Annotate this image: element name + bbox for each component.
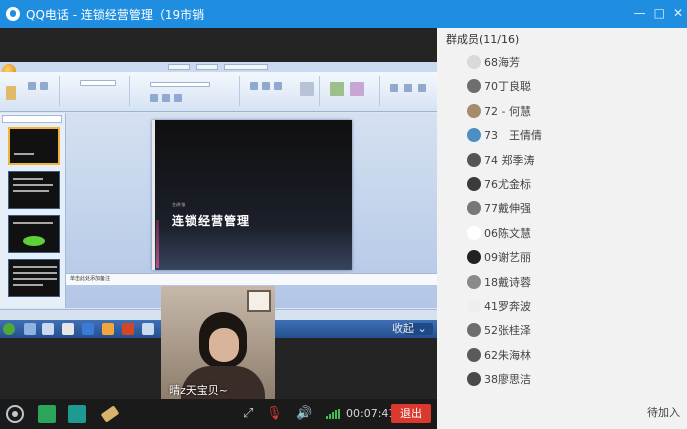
taskbar-app-icon <box>142 323 154 335</box>
member-name: 74 郑季涛 <box>484 153 535 167</box>
member-name: 62朱海林 <box>484 348 531 362</box>
chevron-down-icon: ⌄ <box>417 322 427 335</box>
member-avatar <box>467 299 481 313</box>
member-item[interactable]: 76尤金标 <box>467 175 531 193</box>
taskbar-app-icon <box>62 323 74 335</box>
slide-thumbnail[interactable] <box>8 259 60 297</box>
ppt-tab <box>196 64 218 70</box>
camera-toggle-icon[interactable] <box>6 405 24 423</box>
member-item[interactable]: 70丁良聪 <box>467 77 531 95</box>
slide-thumbnails <box>0 113 66 308</box>
member-avatar <box>467 372 481 387</box>
signal-strength-icon <box>326 409 340 419</box>
taskbar-app-icon <box>42 323 54 335</box>
taskbar-app-icon <box>102 323 114 335</box>
maximize-button[interactable]: □ <box>654 6 665 20</box>
waiting-label: 待加入 <box>647 406 680 419</box>
member-name: 06陈文慧 <box>484 226 531 240</box>
fullscreen-icon[interactable]: ⤢ <box>243 406 253 421</box>
member-item[interactable]: 68海芳 <box>467 53 520 71</box>
member-item[interactable]: 09谢艺丽 <box>467 248 531 266</box>
member-name: 70丁良聪 <box>484 80 531 94</box>
qq-call-window: QQ电话 - 连锁经营管理（19市销 — □ ✕ 主讲:张 连锁经营管理 单击此… <box>0 0 687 429</box>
ppt-tab <box>168 64 190 70</box>
member-item[interactable]: 77戴伸强 <box>467 199 531 217</box>
member-item[interactable]: 52张桂泽 <box>467 321 531 339</box>
call-toolbar: ⤢ 🎙 🔊 00:07:41 退出 <box>0 399 437 429</box>
member-name: 18戴诗蓉 <box>484 275 531 289</box>
speaker-icon[interactable]: 🔊 <box>296 406 312 421</box>
call-timer: 00:07:41 <box>346 407 396 420</box>
member-name: 68海芳 <box>484 56 520 69</box>
slide-thumbnail[interactable] <box>8 127 60 165</box>
member-item[interactable]: 73 王倩倩 <box>467 126 542 144</box>
member-avatar <box>467 225 481 240</box>
member-item[interactable]: 18戴诗蓉 <box>467 273 531 291</box>
start-icon <box>3 323 15 335</box>
video-board-icon[interactable] <box>68 405 86 423</box>
video-caption: 晴z天宝贝~ <box>169 384 228 397</box>
wall-frame <box>247 290 271 312</box>
pen-icon[interactable] <box>100 405 120 423</box>
member-item[interactable]: 62朱海林 <box>467 346 531 364</box>
collapse-button[interactable]: 收起 ⌄ <box>392 320 427 336</box>
member-name: 73 王倩倩 <box>484 129 542 143</box>
member-avatar <box>467 250 481 265</box>
slide-subtitle: 主讲:张 <box>172 202 186 207</box>
member-name: 38廖思洁 <box>484 373 531 387</box>
qq-logo-icon <box>6 7 20 21</box>
title-bar: QQ电话 - 连锁经营管理（19市销 — □ ✕ <box>0 0 687 28</box>
member-name: 09谢艺丽 <box>484 251 531 265</box>
taskbar-app-icon <box>122 323 134 335</box>
member-item[interactable]: 41罗奔波 <box>467 297 531 315</box>
window-title: QQ电话 - 连锁经营管理（19市销 <box>26 7 205 22</box>
member-name: 52张桂泽 <box>484 324 531 338</box>
member-name: 77戴伸强 <box>484 202 531 216</box>
member-name: 72 - 何慧 <box>484 104 531 118</box>
member-avatar <box>467 347 481 362</box>
member-count-header: 群成员(11/16) <box>446 33 520 46</box>
member-avatar <box>467 103 481 118</box>
mic-muted-icon[interactable]: 🎙 <box>266 406 283 421</box>
member-item[interactable]: 74 郑季涛 <box>467 151 535 169</box>
exit-button[interactable]: 退出 <box>391 404 431 423</box>
member-avatar <box>467 323 481 338</box>
close-button[interactable]: ✕ <box>673 6 683 20</box>
window-controls: — □ ✕ <box>634 6 683 20</box>
current-slide[interactable]: 主讲:张 连锁经营管理 <box>152 120 352 270</box>
member-avatar <box>467 79 481 94</box>
slide-thumbnail[interactable] <box>8 171 60 209</box>
taskbar-app-icon <box>82 323 94 335</box>
member-avatar <box>467 152 481 167</box>
ppt-tab <box>224 64 268 70</box>
slide-notes: 单击此处添加备注 <box>66 273 437 285</box>
member-avatar <box>467 55 481 69</box>
member-avatar <box>467 128 481 143</box>
ppt-ribbon-tabs <box>0 62 437 78</box>
member-name: 76尤金标 <box>484 178 531 191</box>
member-avatar <box>467 177 481 191</box>
member-name: 41罗奔波 <box>484 300 531 313</box>
slide-title: 连锁经营管理 <box>172 214 251 228</box>
ppt-ribbon <box>0 72 437 112</box>
member-avatar <box>467 274 481 289</box>
ppt-workspace: 主讲:张 连锁经营管理 单击此处添加备注 <box>0 113 437 308</box>
video-tile[interactable]: 晴z天宝贝~ <box>161 286 275 400</box>
screen-share-icon[interactable] <box>38 405 56 423</box>
slide-thumbnail[interactable] <box>8 215 60 253</box>
taskbar-app-icon <box>24 323 36 335</box>
member-panel: 群成员(11/16) 68海芳 70丁良聪 72 - 何慧 73 王倩倩 74 郑季涛 7… <box>437 28 687 429</box>
member-item[interactable]: 06陈文慧 <box>467 224 531 242</box>
collapse-label: 收起 <box>392 322 414 335</box>
minimize-button[interactable]: — <box>634 6 646 20</box>
member-item[interactable]: 72 - 何慧 <box>467 102 531 120</box>
member-avatar <box>467 201 481 216</box>
member-item[interactable]: 38廖思洁 <box>467 370 531 388</box>
